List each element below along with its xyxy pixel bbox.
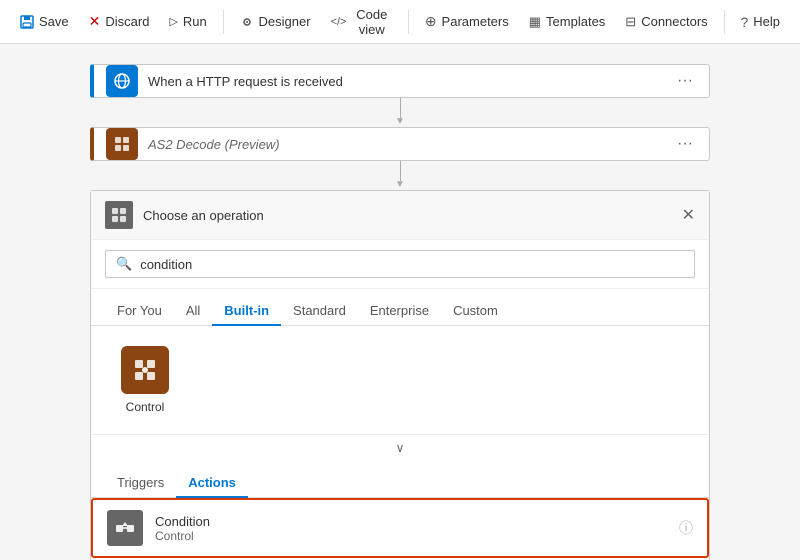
- filter-tabs: For You All Built-in Standard Enterprise…: [91, 289, 709, 326]
- control-category-icon: [121, 346, 169, 394]
- condition-info-icon[interactable]: ⓘ: [679, 518, 693, 538]
- tab-custom[interactable]: Custom: [441, 297, 510, 326]
- search-icon: 🔍: [116, 256, 132, 272]
- templates-label: Templates: [546, 14, 605, 29]
- parameters-button[interactable]: ⊕ Parameters: [417, 8, 517, 35]
- run-button[interactable]: ▷ Run: [161, 9, 214, 34]
- expand-arrow-icon: ∨: [396, 441, 405, 455]
- designer-icon: [240, 15, 254, 29]
- search-box: 🔍: [105, 250, 695, 278]
- as2-step-icon: [106, 128, 138, 160]
- tab-for-you[interactable]: For You: [105, 297, 174, 326]
- connectors-icon: ⊟: [625, 14, 636, 30]
- parameters-label: Parameters: [442, 14, 509, 29]
- discard-label: Discard: [105, 14, 149, 29]
- action-sub-tabs: Triggers Actions: [91, 461, 709, 498]
- panel-icon: [111, 207, 127, 223]
- search-input[interactable]: [140, 257, 684, 272]
- control-category-label: Control: [126, 400, 165, 414]
- condition-name: Condition: [155, 514, 679, 529]
- templates-button[interactable]: ▦ Templates: [521, 9, 614, 35]
- parameters-icon: ⊕: [425, 13, 437, 30]
- control-icon: [131, 356, 159, 384]
- divider1: [223, 10, 224, 34]
- run-label: Run: [183, 14, 207, 29]
- discard-icon: ✕: [89, 13, 101, 30]
- canvas: When a HTTP request is received ··· AS2 …: [0, 44, 800, 560]
- choose-panel-title: Choose an operation: [143, 208, 682, 223]
- condition-sub: Control: [155, 529, 679, 543]
- connectors-button[interactable]: ⊟ Connectors: [617, 9, 715, 35]
- as2-step-label: AS2 Decode (Preview): [148, 137, 673, 152]
- help-button[interactable]: ? Help: [732, 9, 788, 35]
- divider3: [724, 10, 725, 34]
- designer-button[interactable]: Designer: [232, 9, 319, 34]
- tab-actions[interactable]: Actions: [176, 469, 248, 498]
- http-step-label: When a HTTP request is received: [148, 74, 673, 89]
- save-icon: [20, 15, 34, 29]
- category-results: Control: [91, 326, 709, 434]
- tab-all[interactable]: All: [174, 297, 212, 326]
- choose-panel-close[interactable]: ✕: [682, 205, 695, 225]
- discard-button[interactable]: ✕ Discard: [81, 8, 158, 35]
- tab-built-in[interactable]: Built-in: [212, 297, 281, 326]
- templates-icon: ▦: [529, 14, 541, 30]
- arrow1: [395, 98, 405, 127]
- as2-icon: [112, 134, 132, 154]
- tab-enterprise[interactable]: Enterprise: [358, 297, 441, 326]
- tab-standard[interactable]: Standard: [281, 297, 358, 326]
- help-label: Help: [753, 14, 780, 29]
- search-area: 🔍: [91, 240, 709, 289]
- http-step[interactable]: When a HTTP request is received ···: [90, 64, 710, 98]
- choose-panel-icon: [105, 201, 133, 229]
- condition-text: Condition Control: [155, 514, 679, 543]
- choose-header: Choose an operation ✕: [91, 191, 709, 240]
- condition-action-icon: [114, 517, 136, 539]
- category-control[interactable]: Control: [105, 336, 185, 424]
- http-step-more[interactable]: ···: [673, 68, 697, 94]
- expand-row[interactable]: ∨: [91, 434, 709, 461]
- condition-icon: [107, 510, 143, 546]
- designer-label: Designer: [259, 14, 311, 29]
- run-icon: ▷: [169, 15, 177, 28]
- save-button[interactable]: Save: [12, 9, 77, 34]
- toolbar: Save ✕ Discard ▷ Run Designer </> Code v…: [0, 0, 800, 44]
- save-label: Save: [39, 14, 69, 29]
- codeview-button[interactable]: </> Code view: [323, 2, 401, 42]
- choose-operation-panel: Choose an operation ✕ 🔍 For You All Buil…: [90, 190, 710, 560]
- as2-step[interactable]: AS2 Decode (Preview) ···: [90, 127, 710, 161]
- help-icon: ?: [740, 14, 748, 30]
- connectors-label: Connectors: [641, 14, 707, 29]
- codeview-icon: </>: [331, 16, 347, 28]
- codeview-label: Code view: [351, 7, 392, 37]
- globe-icon: [113, 72, 131, 90]
- as2-step-more[interactable]: ···: [673, 131, 697, 157]
- tab-triggers[interactable]: Triggers: [105, 469, 176, 498]
- http-step-icon: [106, 65, 138, 97]
- divider2: [408, 10, 409, 34]
- action-item-condition[interactable]: Condition Control ⓘ: [91, 498, 709, 558]
- arrow2: [395, 161, 405, 190]
- action-list: Condition Control ⓘ Until Control: [91, 498, 709, 560]
